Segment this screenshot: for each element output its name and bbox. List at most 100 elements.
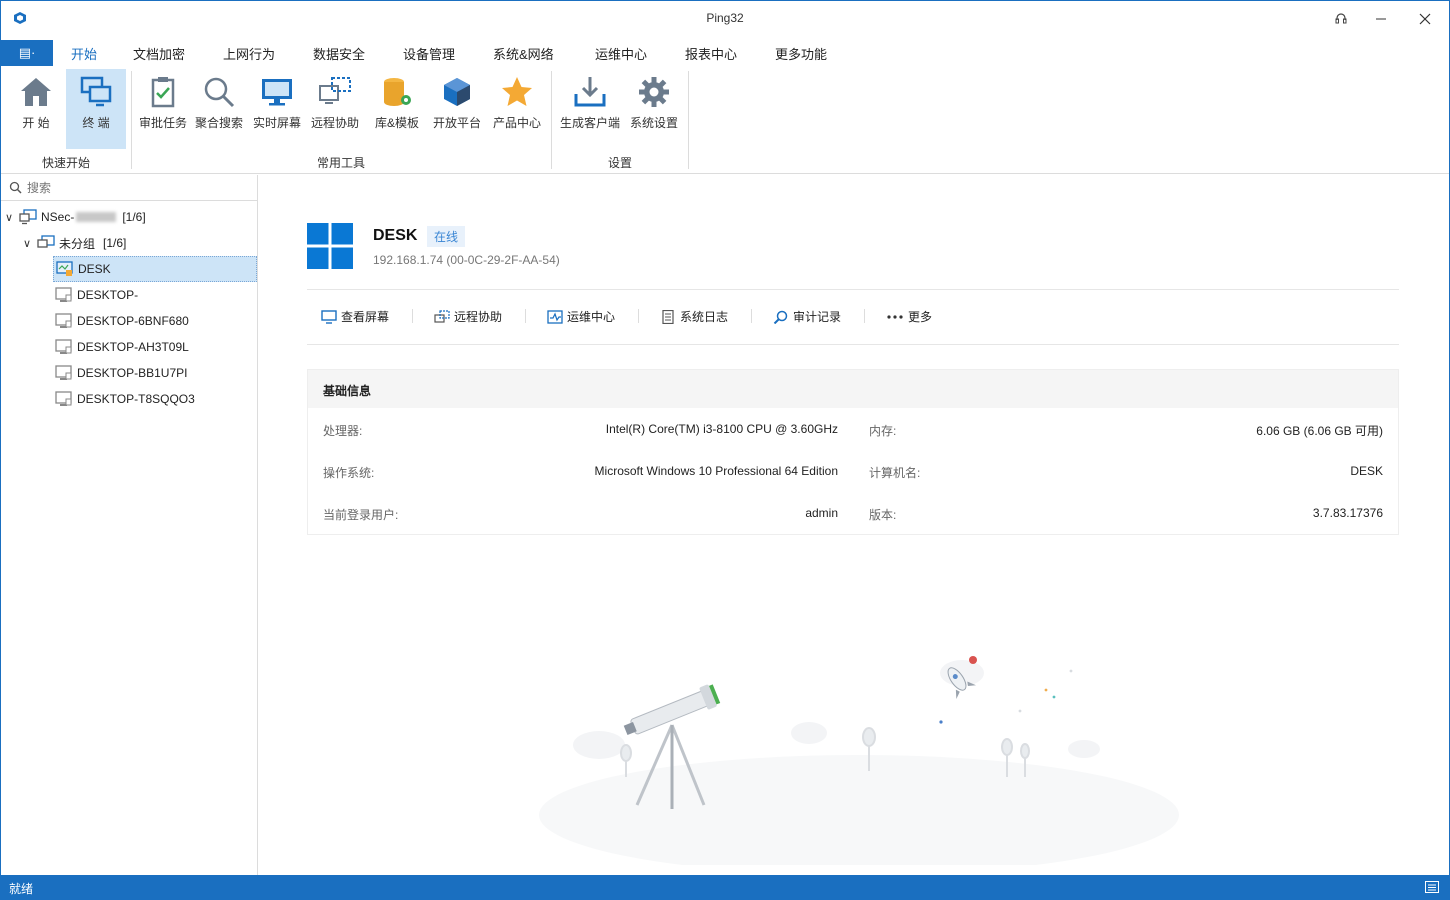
os-label: 操作系统: — [323, 466, 375, 480]
terminal-item[interactable]: DESKTOP-BB1U7PI — [53, 360, 187, 386]
start-button-label: 开 始 — [22, 116, 50, 130]
tab-more-features[interactable]: 更多功能 — [775, 44, 827, 63]
action-separator — [751, 309, 752, 323]
approval-task-button[interactable]: 审批任务 — [133, 69, 193, 149]
terminal-button[interactable]: 终 端 — [66, 69, 126, 149]
tree-root-name: NSec- — [41, 210, 75, 224]
computer-name-label: 计算机名: — [869, 466, 921, 480]
tab-data-security[interactable]: 数据安全 — [313, 44, 365, 63]
terminal-item[interactable]: DESKTOP- — [53, 282, 138, 308]
terminal-item[interactable]: DESKTOP-T8SQQO3 — [53, 386, 195, 412]
host-ip-mac: 192.168.1.74 (00-0C-29-2F-AA-54) — [373, 253, 560, 267]
action-separator — [864, 309, 865, 323]
collapse-chevron-icon[interactable]: ∨ — [5, 211, 17, 224]
group-icon — [37, 235, 55, 248]
tab-document-encryption[interactable]: 文档加密 — [133, 44, 185, 63]
tab-system-network[interactable]: 系统&网络 — [493, 44, 554, 63]
group-label-common-tools: 常用工具 — [317, 156, 366, 170]
offline-terminal-icon — [55, 391, 72, 406]
terminal-tree-panel: ∨ NSec- [1/6] ∨ 未分组 [1/6] — [1, 175, 258, 875]
current-user-value: admin — [805, 506, 838, 520]
current-user-label: 当前登录用户: — [323, 508, 399, 522]
tree-root-count: [1/6] — [122, 210, 146, 224]
ribbon-separator — [688, 71, 689, 169]
open-platform-button[interactable]: 开放平台 — [427, 69, 487, 149]
database-gear-icon — [384, 78, 411, 106]
tab-web-behavior[interactable]: 上网行为 — [223, 44, 275, 63]
system-log-label: 系统日志 — [680, 310, 729, 324]
system-log-button[interactable]: 系统日志 — [660, 308, 728, 325]
realtime-screen-label: 实时屏幕 — [252, 116, 301, 130]
group-label-settings: 设置 — [608, 156, 633, 170]
status-badge: 在线 — [427, 226, 466, 247]
star-icon — [502, 77, 532, 106]
minimize-button[interactable] — [1361, 1, 1401, 36]
collapse-chevron-icon[interactable]: ∨ — [23, 237, 35, 250]
offline-terminal-icon — [55, 365, 72, 380]
clipboard-check-icon — [151, 77, 175, 108]
remote-desktop-icon — [434, 309, 450, 323]
system-settings-button[interactable]: 系统设置 — [624, 69, 684, 149]
realtime-screen-button[interactable]: 实时屏幕 — [247, 69, 307, 149]
memory-value: 6.06 GB (6.06 GB 可用) — [1256, 424, 1383, 438]
magnifier-icon — [204, 77, 235, 108]
view-screen-label: 查看屏幕 — [341, 310, 390, 324]
app-menu-button[interactable]: ▤· — [1, 40, 53, 66]
tab-start[interactable]: 开始 — [67, 44, 101, 70]
tree-group-node[interactable]: ∨ 未分组 [1/6] — [23, 230, 126, 256]
view-screen-button[interactable]: 查看屏幕 — [321, 308, 389, 325]
status-text: 就绪 — [9, 882, 34, 896]
home-icon — [21, 78, 51, 106]
windows-logo-icon — [307, 223, 353, 269]
action-separator — [412, 309, 413, 323]
product-center-label: 产品中心 — [492, 116, 541, 130]
tree-group-name: 未分组 — [59, 236, 96, 251]
version-label: 版本: — [869, 508, 897, 522]
terminal-item[interactable]: DESK — [53, 256, 257, 282]
terminal-item[interactable]: DESKTOP-AH3T09L — [53, 334, 189, 360]
terminal-item-name: DESKTOP-6BNF680 — [77, 314, 189, 328]
library-template-button[interactable]: 库&模板 — [367, 69, 427, 149]
tab-device-management[interactable]: 设备管理 — [403, 44, 455, 63]
generate-client-button[interactable]: 生成客户端 — [559, 69, 621, 149]
aggregate-search-label: 聚合搜索 — [194, 116, 243, 130]
app-window: Ping32 ▤· 开始 文档加密 上网行为 数据安全 设备管理 系统&网络 运… — [0, 0, 1450, 900]
more-button[interactable]: 更多 — [886, 308, 932, 325]
cpu-value: Intel(R) Core(TM) i3-8100 CPU @ 3.60GHz — [605, 422, 838, 436]
terminal-item-name: DESKTOP-AH3T09L — [77, 340, 189, 354]
terminal-item[interactable]: DESKTOP-6BNF680 — [53, 308, 189, 334]
terminal-item-name: DESKTOP-T8SQQO3 — [77, 392, 195, 406]
info-row: 当前登录用户: admin 版本: 3.7.83.17376 — [308, 492, 1398, 534]
product-center-button[interactable]: 产品中心 — [487, 69, 547, 149]
support-icon[interactable] — [1321, 1, 1361, 36]
divider — [307, 344, 1399, 345]
more-dots-icon — [887, 314, 903, 319]
remote-assist-action-button[interactable]: 远程协助 — [434, 308, 502, 325]
start-button[interactable]: 开 始 — [6, 69, 66, 149]
search-icon — [9, 181, 22, 194]
search-input[interactable] — [27, 178, 247, 198]
tab-report-center[interactable]: 报表中心 — [685, 44, 737, 63]
terminal-detail-panel: DESK 在线 192.168.1.74 (00-0C-29-2F-AA-54)… — [259, 175, 1449, 875]
notification-list-icon[interactable] — [1425, 881, 1439, 893]
terminal-button-label: 终 端 — [82, 116, 110, 130]
aggregate-search-button[interactable]: 聚合搜索 — [189, 69, 249, 149]
remote-assist-button[interactable]: 远程协助 — [305, 69, 365, 149]
tree-root-node[interactable]: ∨ NSec- [1/6] — [5, 204, 146, 230]
memory-label: 内存: — [869, 424, 897, 438]
close-button[interactable] — [1405, 1, 1445, 36]
terminal-monitors-icon — [80, 76, 112, 107]
computer-name-value: DESK — [1350, 464, 1383, 478]
download-tray-icon — [574, 77, 606, 107]
remote-assist-label: 远程协助 — [310, 116, 359, 130]
remote-assist-action-label: 远程协助 — [454, 310, 503, 324]
os-value: Microsoft Windows 10 Professional 64 Edi… — [594, 464, 838, 478]
ops-center-button[interactable]: 运维中心 — [547, 308, 615, 325]
telescope-illustration — [539, 656, 1179, 865]
generate-client-label: 生成客户端 — [559, 116, 620, 130]
tab-ops-center[interactable]: 运维中心 — [595, 44, 647, 63]
window-title: Ping32 — [706, 11, 744, 25]
offline-terminal-icon — [55, 313, 72, 328]
basic-info-card: 基础信息 处理器: Intel(R) Core(TM) i3-8100 CPU … — [307, 369, 1399, 535]
audit-record-button[interactable]: 审计记录 — [773, 308, 841, 325]
